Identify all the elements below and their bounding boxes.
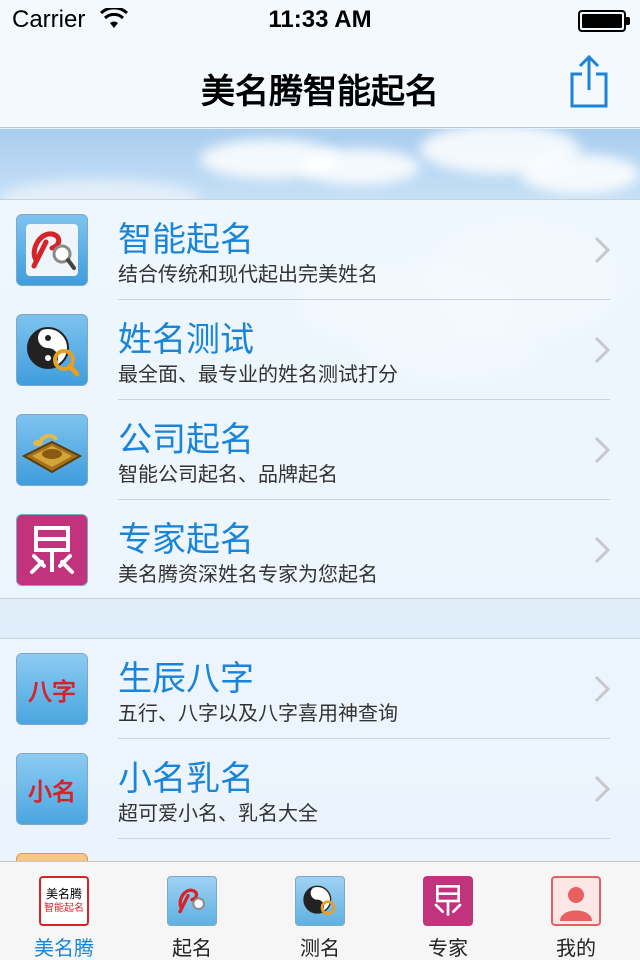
- icon-label: 八字: [28, 677, 76, 706]
- clock: 11:33 AM: [268, 6, 372, 33]
- yin-yang-magnifier-icon: [16, 314, 88, 386]
- list-item-smart-naming[interactable]: 智能起名 结合传统和现代起出完美姓名: [0, 200, 640, 300]
- list-item-dictionary[interactable]: 起名字典: [0, 839, 640, 861]
- tab-label: 测名: [300, 936, 340, 960]
- item-subtitle: 超可爱小名、乳名大全: [118, 801, 318, 825]
- tab-label: 起名: [172, 936, 212, 960]
- status-bar: Carrier 11:33 AM: [0, 0, 640, 40]
- item-title: 智能起名: [118, 220, 254, 260]
- feature-group-primary: 智能起名 结合传统和现代起出完美姓名 姓名测试 最全面、最专业的姓名测试打分 公…: [0, 199, 640, 599]
- tab-label: 美名腾: [34, 936, 94, 960]
- item-title: 小名乳名: [118, 759, 254, 799]
- chevron-right-icon: [594, 336, 610, 364]
- tab-naming[interactable]: 起名: [128, 862, 256, 960]
- seal-text-top: 美名腾: [45, 887, 82, 901]
- chevron-right-icon: [594, 436, 610, 464]
- brand-seal-icon: 美名腾 智能起名: [39, 876, 89, 926]
- tab-label: 我的: [556, 936, 596, 960]
- list-item-company-naming[interactable]: 公司起名 智能公司起名、品牌起名: [0, 400, 640, 500]
- feature-group-secondary: 八字 生辰八字 五行、八字以及八字喜用神查询 小名 小名乳名 超可爱小名、乳名大…: [0, 638, 640, 861]
- item-title: 起名字典: [118, 851, 254, 861]
- list-item-name-test[interactable]: 姓名测试 最全面、最专业的姓名测试打分: [0, 300, 640, 400]
- chevron-right-icon: [594, 236, 610, 264]
- list-item-expert-naming[interactable]: 专家起名 美名腾资深姓名专家为您起名: [0, 500, 640, 600]
- item-title: 专家起名: [118, 520, 254, 560]
- item-subtitle: 最全面、最专业的姓名测试打分: [118, 362, 398, 386]
- list-item-bazi[interactable]: 八字 生辰八字 五行、八字以及八字喜用神查询: [0, 639, 640, 739]
- icon-label: 小名: [28, 777, 76, 806]
- naming-seal-icon: [167, 876, 217, 926]
- dictionary-icon: [16, 853, 88, 861]
- share-icon[interactable]: [568, 54, 610, 110]
- compass-icon: [16, 414, 88, 486]
- expert-seal-icon: [16, 514, 88, 586]
- battery-icon: [578, 10, 630, 32]
- item-subtitle: 智能公司起名、品牌起名: [118, 462, 338, 486]
- item-title: 生辰八字: [118, 659, 254, 699]
- tab-bar: 美名腾 智能起名 美名腾 起名 测名 专家 我的: [0, 861, 640, 960]
- tab-expert[interactable]: 专家: [384, 862, 512, 960]
- item-subtitle: 五行、八字以及八字喜用神查询: [118, 701, 398, 725]
- tab-profile[interactable]: 我的: [512, 862, 640, 960]
- bazi-icon: 八字: [16, 653, 88, 725]
- expert-seal-icon: [423, 876, 473, 926]
- tab-label: 专家: [428, 936, 468, 960]
- chevron-right-icon: [594, 775, 610, 803]
- tab-home[interactable]: 美名腾 智能起名 美名腾: [0, 862, 128, 960]
- chevron-right-icon: [594, 675, 610, 703]
- yin-yang-magnifier-icon: [295, 876, 345, 926]
- item-title: 姓名测试: [118, 320, 254, 360]
- chevron-right-icon: [594, 536, 610, 564]
- item-subtitle: 美名腾资深姓名专家为您起名: [118, 562, 378, 586]
- user-avatar-icon: [551, 876, 601, 926]
- sky-banner: [0, 129, 640, 199]
- nickname-icon: 小名: [16, 753, 88, 825]
- item-subtitle: 结合传统和现代起出完美姓名: [118, 262, 378, 286]
- naming-seal-icon: [16, 214, 88, 286]
- page-title: 美名腾智能起名: [201, 72, 439, 112]
- item-title: 公司起名: [118, 420, 254, 460]
- tab-name-test[interactable]: 测名: [256, 862, 384, 960]
- seal-text-bottom: 智能起名: [44, 903, 84, 914]
- nav-bar: 美名腾智能起名: [0, 40, 640, 128]
- list-item-nickname[interactable]: 小名 小名乳名 超可爱小名、乳名大全: [0, 739, 640, 839]
